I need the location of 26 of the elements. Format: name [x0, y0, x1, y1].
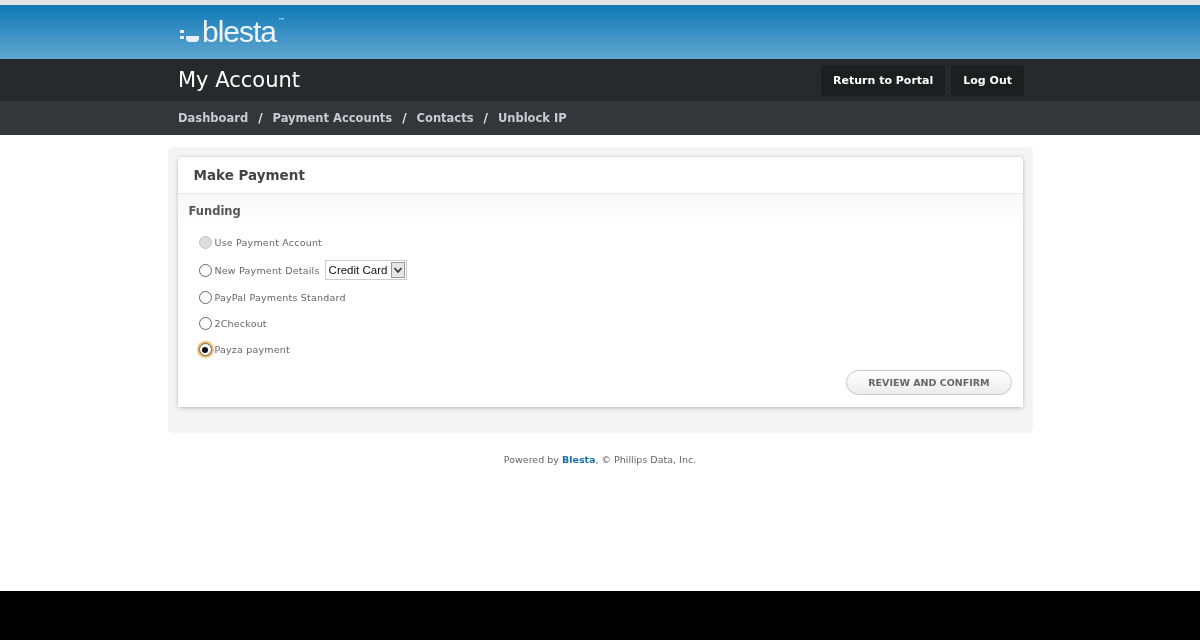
nav-separator: /	[258, 111, 263, 125]
footer-text: Powered by Blesta, © Phillips Data, Inc.	[503, 454, 697, 465]
radio-label: PayPal Payments Standard	[214, 292, 346, 303]
header-button[interactable]: Return to Portal	[821, 64, 946, 96]
radio-button[interactable]	[198, 263, 212, 277]
review-confirm-button[interactable]: REVIEW AND CONFIRM	[846, 370, 1012, 395]
radio-label: Payza payment	[214, 344, 290, 355]
nav-separator: /	[402, 111, 407, 125]
section-heading: Funding	[188, 204, 242, 218]
page-title: My Account	[178, 68, 300, 92]
nav-link[interactable]: Dashboard	[178, 111, 249, 125]
radio-button[interactable]	[198, 291, 212, 304]
radio-label: 2Checkout	[214, 318, 267, 329]
dropdown[interactable]: Credit Card	[324, 260, 408, 280]
radio-label: New Payment Details	[214, 264, 320, 276]
smile-logo-icon	[178, 27, 200, 43]
radio-button[interactable]	[198, 317, 212, 330]
radio-label: Use Payment Account	[214, 237, 323, 248]
header-button[interactable]: Log Out	[951, 64, 1024, 96]
nav-link[interactable]: Payment Accounts	[272, 111, 393, 125]
nav-link[interactable]: Unblock IP	[497, 111, 567, 125]
nav-separator: /	[483, 111, 488, 125]
logo-text: blesta	[202, 17, 277, 47]
radio-button[interactable]	[198, 343, 212, 356]
nav-link[interactable]: Contacts	[416, 111, 474, 125]
card-title: Make Payment	[193, 167, 305, 183]
